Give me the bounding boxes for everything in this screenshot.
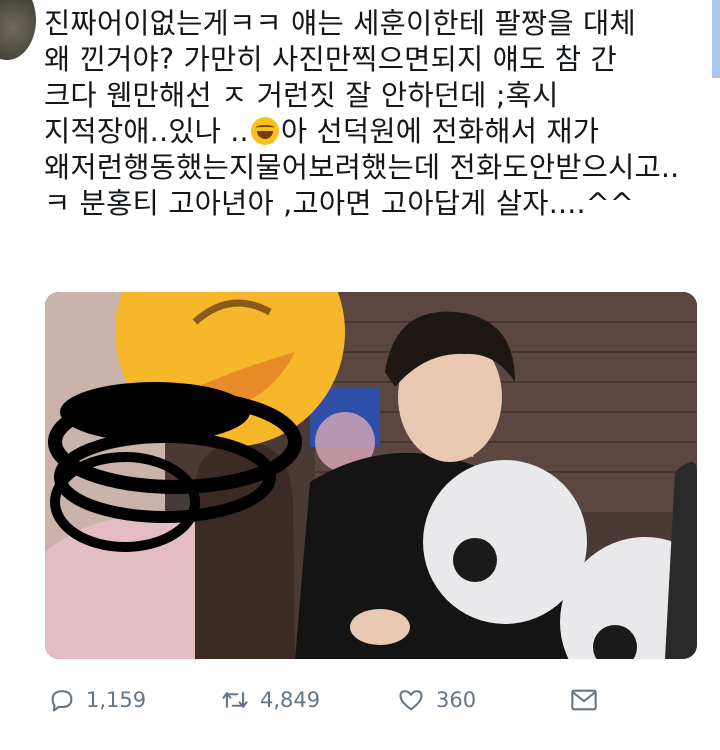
reply-count: 1,159 xyxy=(86,688,147,712)
tweet-line-part: 아 선덕원에 전화해서 재가 xyxy=(280,115,600,148)
retweet-icon xyxy=(222,692,248,708)
tweet-line: ㅋ 분홍티 고아년아 ,고아면 고아답게 살자....^^ xyxy=(44,187,634,220)
avatar[interactable] xyxy=(0,0,36,60)
like-count: 360 xyxy=(436,688,477,712)
tweet-actions: 1,159 4,849 360 xyxy=(40,680,700,720)
tweet-line: 왜저런행동했는지물어보려했는데 전화도안받으시고.. xyxy=(44,151,680,184)
tweet-line-with-emoji: 지적장애..있나 .. 아 선덕원에 전화해서 재가 xyxy=(44,114,714,150)
tweet-line: 크다 웬만해선 ㅈ 거런짓 잘 안하던데 ;혹시 xyxy=(44,79,559,112)
reply-action[interactable]: 1,159 xyxy=(48,680,146,720)
retweet-action[interactable]: 4,849 xyxy=(220,680,320,720)
tears-of-joy-emoji-icon xyxy=(250,117,279,145)
like-action[interactable]: 360 xyxy=(396,680,476,720)
dm-envelope-icon xyxy=(571,689,597,711)
tweet-line-part: 지적장애..있나 .. xyxy=(44,115,249,148)
share-action[interactable] xyxy=(568,680,610,720)
heart-icon xyxy=(399,690,423,711)
tweet-photo[interactable] xyxy=(45,292,697,659)
tweet-text: 진짜어이없는게ㅋㅋ 얘는 세훈이한테 팔짱을 대체 왜 낀거야? 가만히 사진만… xyxy=(44,6,714,222)
retweet-count: 4,849 xyxy=(260,688,321,712)
tweet-line: 왜 낀거야? 가만히 사진만찍으면되지 얘도 참 간 xyxy=(44,43,617,76)
tweet-line: 진짜어이없는게ㅋㅋ 얘는 세훈이한테 팔짱을 대체 xyxy=(44,7,636,40)
photo-illustration xyxy=(45,292,697,659)
reply-icon xyxy=(51,690,73,712)
